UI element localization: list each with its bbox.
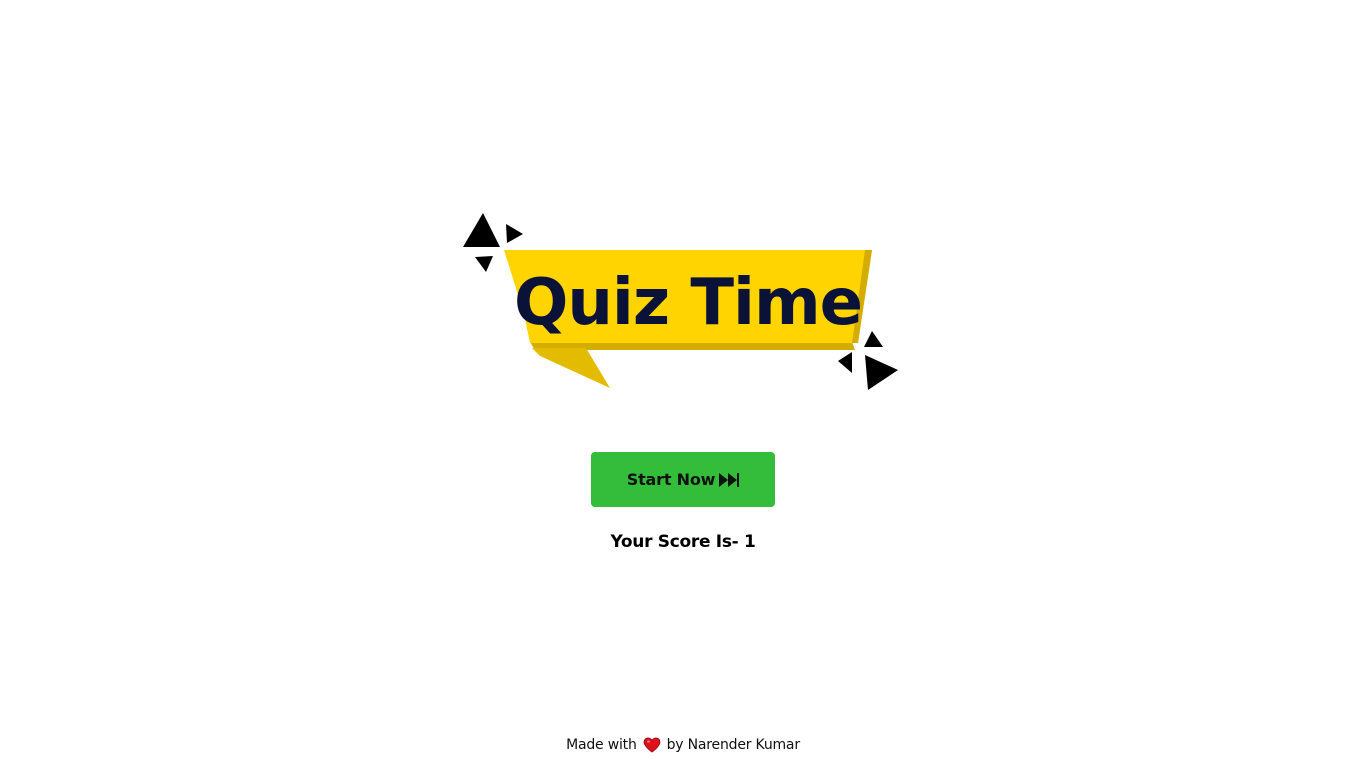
triangle-confetti-icon bbox=[475, 256, 493, 272]
logo-title: Quiz Time bbox=[514, 266, 862, 340]
footer-prefix: Made with bbox=[566, 737, 637, 753]
fast-forward-icon bbox=[719, 472, 740, 488]
ribbon-tail bbox=[532, 348, 610, 388]
footer: Made with by Narender Kumar bbox=[0, 737, 1366, 753]
page: Quiz Time Start Now Your Score Is- 1 Mad… bbox=[0, 0, 1366, 768]
start-now-label: Start Now bbox=[626, 470, 716, 489]
quiz-time-logo: Quiz Time bbox=[460, 210, 900, 395]
footer-suffix: by Narender Kumar bbox=[666, 737, 800, 753]
start-now-button[interactable]: Start Now bbox=[591, 452, 775, 507]
triangle-confetti-icon bbox=[506, 224, 523, 243]
triangle-confetti-icon bbox=[864, 331, 883, 347]
triangle-confetti-icon bbox=[865, 355, 898, 390]
triangle-confetti-icon bbox=[463, 213, 500, 247]
triangle-confetti-icon bbox=[838, 352, 852, 373]
score-text: Your Score Is- 1 bbox=[610, 532, 756, 552]
heart-icon bbox=[643, 737, 661, 753]
quiz-time-logo-graphic: Quiz Time bbox=[463, 213, 898, 390]
